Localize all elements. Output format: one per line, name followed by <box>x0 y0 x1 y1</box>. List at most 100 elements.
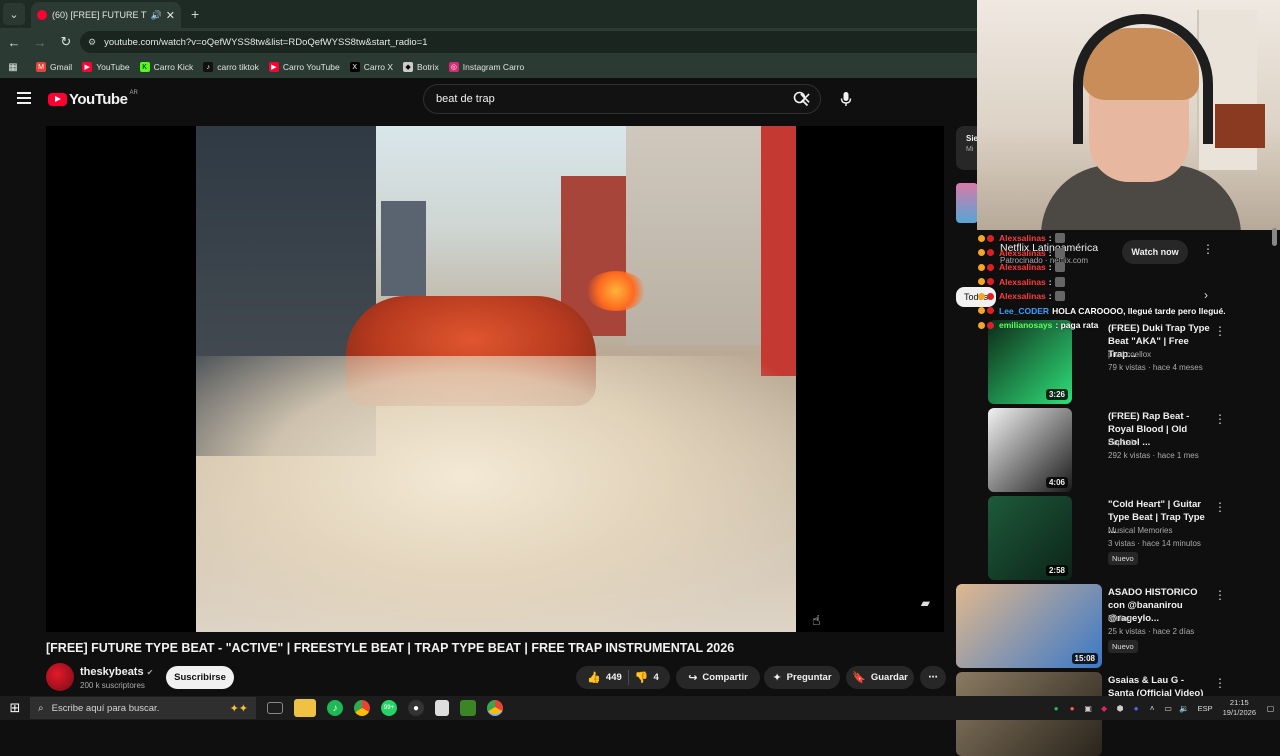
forward-arrow-icon[interactable]: → <box>28 35 52 50</box>
chat-username: Alexsalinas <box>999 233 1046 244</box>
obs-icon[interactable]: ● <box>408 700 424 716</box>
menu-icon[interactable] <box>17 92 31 104</box>
file-explorer-icon[interactable] <box>294 699 316 717</box>
recommendation-item[interactable]: 4:06 (FREE) Rap Beat - Royal Blood | Old … <box>956 408 1226 492</box>
apps-grid-icon[interactable]: ▦ <box>0 62 26 73</box>
sidebar-card[interactable]: Sie Mi <box>956 126 978 170</box>
windows-start-icon[interactable]: ⊞ <box>0 700 30 716</box>
bookmark-gmail[interactable]: M Gmail <box>36 62 72 72</box>
tiktok-icon: ♪ <box>203 62 214 72</box>
bookmark-botrix[interactable]: ◆ Botrix <box>403 62 439 72</box>
site-info-icon[interactable]: ⚙ <box>88 37 96 48</box>
bookmark-carro-kick[interactable]: K Carro Kick <box>139 62 193 72</box>
language-indicator[interactable]: ESP <box>1198 704 1213 713</box>
tray-icon[interactable]: ● <box>1066 703 1079 714</box>
bookmark-youtube[interactable]: ▶ YouTube <box>82 62 130 72</box>
chat-message: emilianosays: paga rata <box>978 318 1278 333</box>
recommendation-channel[interactable]: prod.coellox <box>1108 350 1151 359</box>
youtube-favicon-icon <box>37 10 47 20</box>
dislike-count: 4 <box>653 672 659 683</box>
calculator-icon[interactable] <box>435 700 449 716</box>
bookmark-instagram-carro[interactable]: ◎ Instagram Carro <box>448 62 524 72</box>
recommendation-item[interactable]: 3:26 (FREE) Duki Trap Type Beat "AKA" | F… <box>956 320 1226 404</box>
network-icon[interactable]: ▭ <box>1162 703 1175 714</box>
duration-badge: 15:08 <box>1071 653 1098 664</box>
recommendation-item[interactable]: 2:58 "Cold Heart" | Guitar Type Beat | Tr… <box>956 496 1226 580</box>
bookmark-carro-x[interactable]: X Carro X <box>349 62 394 72</box>
tray-icon[interactable]: ⬢ <box>1114 703 1127 714</box>
video-thumbnail[interactable]: 3:26 <box>988 320 1072 404</box>
tab-close-icon[interactable]: ✕ <box>166 9 175 22</box>
whatsapp-icon[interactable]: 99+ <box>381 700 397 716</box>
youtube-icon: ▶ <box>268 62 279 72</box>
botrix-icon: ◆ <box>403 62 414 72</box>
tray-icon[interactable]: ● <box>1130 703 1143 714</box>
browser-tab-active[interactable]: (60) [FREE] FUTURE TYPE BE 🔊 ✕ <box>31 2 181 28</box>
scrollbar[interactable] <box>1272 228 1277 246</box>
mouse-cursor-icon: ☝ <box>812 612 821 628</box>
chat-badges <box>978 278 996 286</box>
recommendation-meta: 25 k vistas · hace 2 días <box>1108 627 1195 636</box>
more-vert-icon[interactable]: ⋮ <box>1214 588 1226 602</box>
task-view-icon[interactable] <box>267 702 283 714</box>
minecraft-icon[interactable] <box>460 700 476 716</box>
video-thumbnail[interactable]: 2:58 <box>988 496 1072 580</box>
recommendation-item[interactable]: 15:08 ASADO HISTORICO con @bananirou @rag… <box>956 584 1226 668</box>
more-vert-icon[interactable]: ⋮ <box>1214 412 1226 426</box>
emote-icon <box>1054 262 1065 273</box>
youtube-logo[interactable]: YouTube AR <box>48 90 138 108</box>
reload-icon[interactable]: ↻ <box>54 34 78 50</box>
tray-icon[interactable]: ▣ <box>1082 703 1095 714</box>
headset <box>1073 14 1213 144</box>
spotify-tray-icon[interactable]: ● <box>1050 703 1063 714</box>
sidebar-thumbnail[interactable] <box>956 183 978 223</box>
chat-text: HOLA CAROOOO, llegué tarde pero llegué. <box>1052 305 1226 316</box>
recommendation-channel[interactable]: BapLab <box>1108 438 1136 447</box>
more-vert-icon[interactable]: ⋮ <box>1214 500 1226 514</box>
video-thumbnail[interactable]: 15:08 <box>956 584 1102 668</box>
taskbar-search[interactable]: ⌕ Escribe aquí para buscar. ✦✦ <box>30 697 256 719</box>
chrome-icon[interactable] <box>354 700 370 716</box>
like-button[interactable]: 👍 449 <box>587 671 622 684</box>
dislike-button[interactable]: 👎 4 <box>635 671 659 684</box>
chevron-up-icon[interactable]: ˄ <box>1146 703 1159 714</box>
ask-button[interactable]: ✦ Preguntar <box>764 666 840 689</box>
bookmark-carro-youtube[interactable]: ▶ Carro YouTube <box>268 62 340 72</box>
notifications-icon[interactable]: ▢ <box>1264 703 1277 714</box>
more-vert-icon[interactable]: ⋮ <box>1214 676 1226 690</box>
recommendation-channel[interactable]: Musical Memories <box>1108 526 1172 535</box>
youtube-wordmark: YouTube <box>69 91 128 108</box>
search-button[interactable] <box>786 86 816 112</box>
voice-search-button[interactable] <box>830 84 862 114</box>
video-thumbnail[interactable]: 4:06 <box>988 408 1072 492</box>
recommendation-channel[interactable]: Melian <box>1108 614 1132 623</box>
verified-icon: ✔ <box>146 668 154 677</box>
chat-badges <box>978 263 996 271</box>
search-input[interactable]: beat de trap ✕ <box>423 84 821 114</box>
player-watermark-icon: ▰ <box>920 596 930 610</box>
clock[interactable]: 21:15 19/1/2026 <box>1223 698 1256 718</box>
save-button[interactable]: 🔖 Guardar <box>846 666 914 689</box>
more-actions-button[interactable]: ⋯ <box>920 666 946 689</box>
tab-search-button[interactable]: ⌄ <box>3 3 25 25</box>
chat-text: : paga rata <box>1055 320 1099 331</box>
new-tab-button[interactable]: + <box>191 6 199 22</box>
new-badge: Nuevo <box>1108 640 1138 653</box>
back-arrow-icon[interactable]: ← <box>2 35 26 50</box>
tray-icon[interactable]: ◆ <box>1098 703 1111 714</box>
dust-cloud <box>196 356 796 632</box>
search-query: beat de trap <box>436 93 495 105</box>
emote-icon <box>1054 233 1065 244</box>
spotify-icon[interactable]: ♪ <box>327 700 343 716</box>
video-player[interactable]: ▰ <box>46 126 944 632</box>
subscribe-button[interactable]: Suscribirse <box>166 666 234 689</box>
bookmark-carro-tiktok[interactable]: ♪ carro tiktok <box>203 62 259 72</box>
channel-name-link[interactable]: theskybeats ✔ <box>80 666 153 678</box>
channel-avatar[interactable] <box>46 663 74 691</box>
share-button[interactable]: ↪ Compartir <box>676 666 760 689</box>
speaker-icon[interactable]: 🔊 <box>151 10 162 21</box>
badge-icon <box>987 249 994 257</box>
volume-icon[interactable]: 🔉 <box>1178 703 1191 714</box>
chrome-profile-icon[interactable] <box>487 700 503 716</box>
bookmark-label: Carro X <box>363 62 394 72</box>
